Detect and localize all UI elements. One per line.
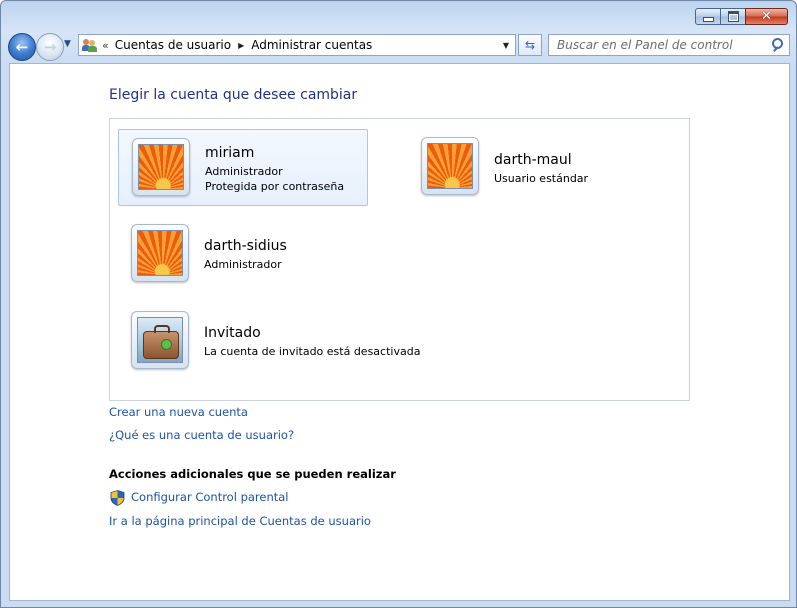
user-accounts-home-link[interactable]: Ir a la página principal de Cuentas de u… (109, 514, 371, 528)
account-invitado[interactable]: Invitado La cuenta de invitado está desa… (118, 303, 438, 380)
search-input[interactable] (555, 37, 759, 53)
account-picture-frame (421, 137, 479, 195)
additional-actions-title: Acciones adicionales que se pueden reali… (109, 467, 396, 481)
account-name: darth-sidius (204, 238, 287, 254)
account-name: darth-maul (494, 152, 572, 168)
parental-control-link[interactable]: Configurar Control parental (131, 490, 289, 504)
account-status: La cuenta de invitado está desactivada (204, 345, 421, 358)
account-protection: Protegida por contraseña (205, 180, 345, 193)
refresh-icon: ⇆ (524, 38, 536, 52)
search-box[interactable] (548, 34, 790, 56)
accounts-list: miriam Administrador Protegida por contr… (109, 118, 690, 401)
close-icon: ✕ (761, 9, 772, 24)
main-content: Elegir la cuenta que desee cambiar miria… (9, 63, 790, 601)
back-button[interactable]: ← (8, 33, 36, 61)
account-darth-maul[interactable]: darth-maul Usuario estándar (408, 129, 658, 206)
refresh-button[interactable]: ⇆ (518, 34, 542, 56)
account-type: Usuario estándar (494, 172, 589, 185)
address-bar[interactable]: « Cuentas de usuario ▶ Administrar cuent… (78, 34, 516, 56)
what-is-account-link[interactable]: ¿Qué es una cuenta de usuario? (109, 428, 294, 442)
navigation-bar: ← → ▼ « Cuentas de usuario ▶ Administrar… (1, 31, 796, 61)
account-picture-frame (131, 224, 189, 282)
suitcase-picture-icon (137, 317, 183, 363)
create-account-link[interactable]: Crear una nueva cuenta (109, 405, 248, 419)
flower-picture-icon (138, 144, 184, 190)
breadcrumb-cuentas-de-usuario[interactable]: Cuentas de usuario (115, 38, 231, 52)
breadcrumb-overflow[interactable]: « (102, 39, 109, 52)
address-dropdown-icon[interactable]: ▼ (503, 41, 509, 50)
caption-buttons: ✕ (695, 8, 788, 25)
account-picture-frame (132, 138, 190, 196)
close-button[interactable]: ✕ (745, 8, 788, 25)
page-title: Elegir la cuenta que desee cambiar (109, 87, 358, 103)
uac-shield-icon (110, 490, 125, 506)
minimize-icon (702, 16, 714, 22)
account-type: Administrador (204, 258, 282, 271)
account-miriam[interactable]: miriam Administrador Protegida por contr… (118, 129, 368, 206)
forward-arrow-icon: → (43, 37, 57, 56)
search-icon[interactable] (772, 38, 783, 52)
account-name: miriam (205, 145, 255, 161)
account-name: Invitado (204, 325, 261, 341)
account-darth-sidius[interactable]: darth-sidius Administrador (118, 216, 368, 293)
back-arrow-icon: ← (15, 37, 29, 56)
recent-pages-dropdown[interactable]: ▼ (64, 39, 71, 49)
flower-picture-icon (427, 143, 473, 189)
minimize-button[interactable] (695, 8, 721, 25)
flower-picture-icon (137, 230, 183, 276)
account-picture-frame (131, 311, 189, 369)
account-type: Administrador (205, 165, 283, 178)
maximize-button[interactable] (720, 8, 746, 25)
maximize-icon (727, 11, 739, 22)
breadcrumb-administrar-cuentas[interactable]: Administrar cuentas (251, 38, 372, 52)
users-icon (82, 38, 98, 52)
forward-button[interactable]: → (36, 33, 64, 61)
control-panel-window: ✕ ← → ▼ « Cuentas de usuario ▶ Administr… (0, 0, 797, 608)
breadcrumb-separator-icon[interactable]: ▶ (238, 41, 244, 50)
